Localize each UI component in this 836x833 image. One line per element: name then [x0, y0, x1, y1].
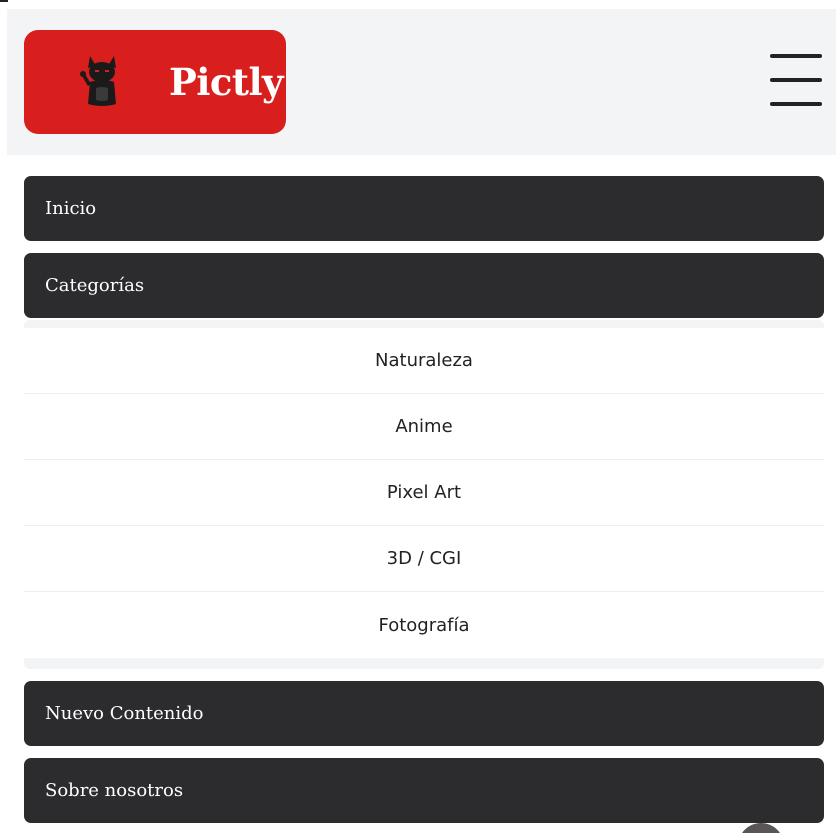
nav-item-label: Categorías [45, 275, 145, 296]
nav-item-inicio[interactable]: Inicio [24, 176, 824, 241]
hamburger-line [770, 102, 822, 106]
hamburger-menu-button[interactable] [766, 54, 824, 110]
hamburger-line [770, 78, 822, 82]
category-label: Naturaleza [375, 350, 473, 371]
nav-item-sobre-nosotros[interactable]: Sobre nosotros [24, 758, 824, 823]
cat-mascot-icon [80, 56, 116, 106]
nav-item-categorias[interactable]: Categorías [24, 253, 824, 318]
category-label: Fotografía [378, 614, 470, 636]
category-item-anime[interactable]: Anime [24, 394, 824, 460]
category-item-3d-cgi[interactable]: 3D / CGI [24, 526, 824, 592]
category-label: Anime [395, 416, 453, 437]
categories-list: Naturaleza Anime Pixel Art 3D / CGI Foto… [24, 328, 824, 658]
category-label: Pixel Art [386, 482, 462, 503]
hamburger-line [770, 54, 822, 58]
nav-item-label: Sobre nosotros [45, 780, 184, 801]
nav-item-label: Inicio [45, 198, 97, 219]
category-item-fotografia[interactable]: Fotografía [24, 592, 824, 658]
categories-submenu: Naturaleza Anime Pixel Art 3D / CGI Foto… [24, 320, 824, 669]
logo-text: Pictly [169, 60, 284, 104]
page: Pictly Inicio Categorías Naturaleza Anim… [0, 0, 836, 833]
scroll-top-button[interactable] [738, 823, 784, 833]
nav-item-label: Nuevo Contenido [45, 703, 204, 724]
logo-link[interactable]: Pictly [24, 30, 286, 134]
category-item-naturaleza[interactable]: Naturaleza [24, 328, 824, 394]
category-item-pixel-art[interactable]: Pixel Art [24, 460, 824, 526]
category-label: 3D / CGI [386, 548, 462, 569]
nav-item-nuevo-contenido[interactable]: Nuevo Contenido [24, 681, 824, 746]
corner-mark [0, 0, 8, 2]
